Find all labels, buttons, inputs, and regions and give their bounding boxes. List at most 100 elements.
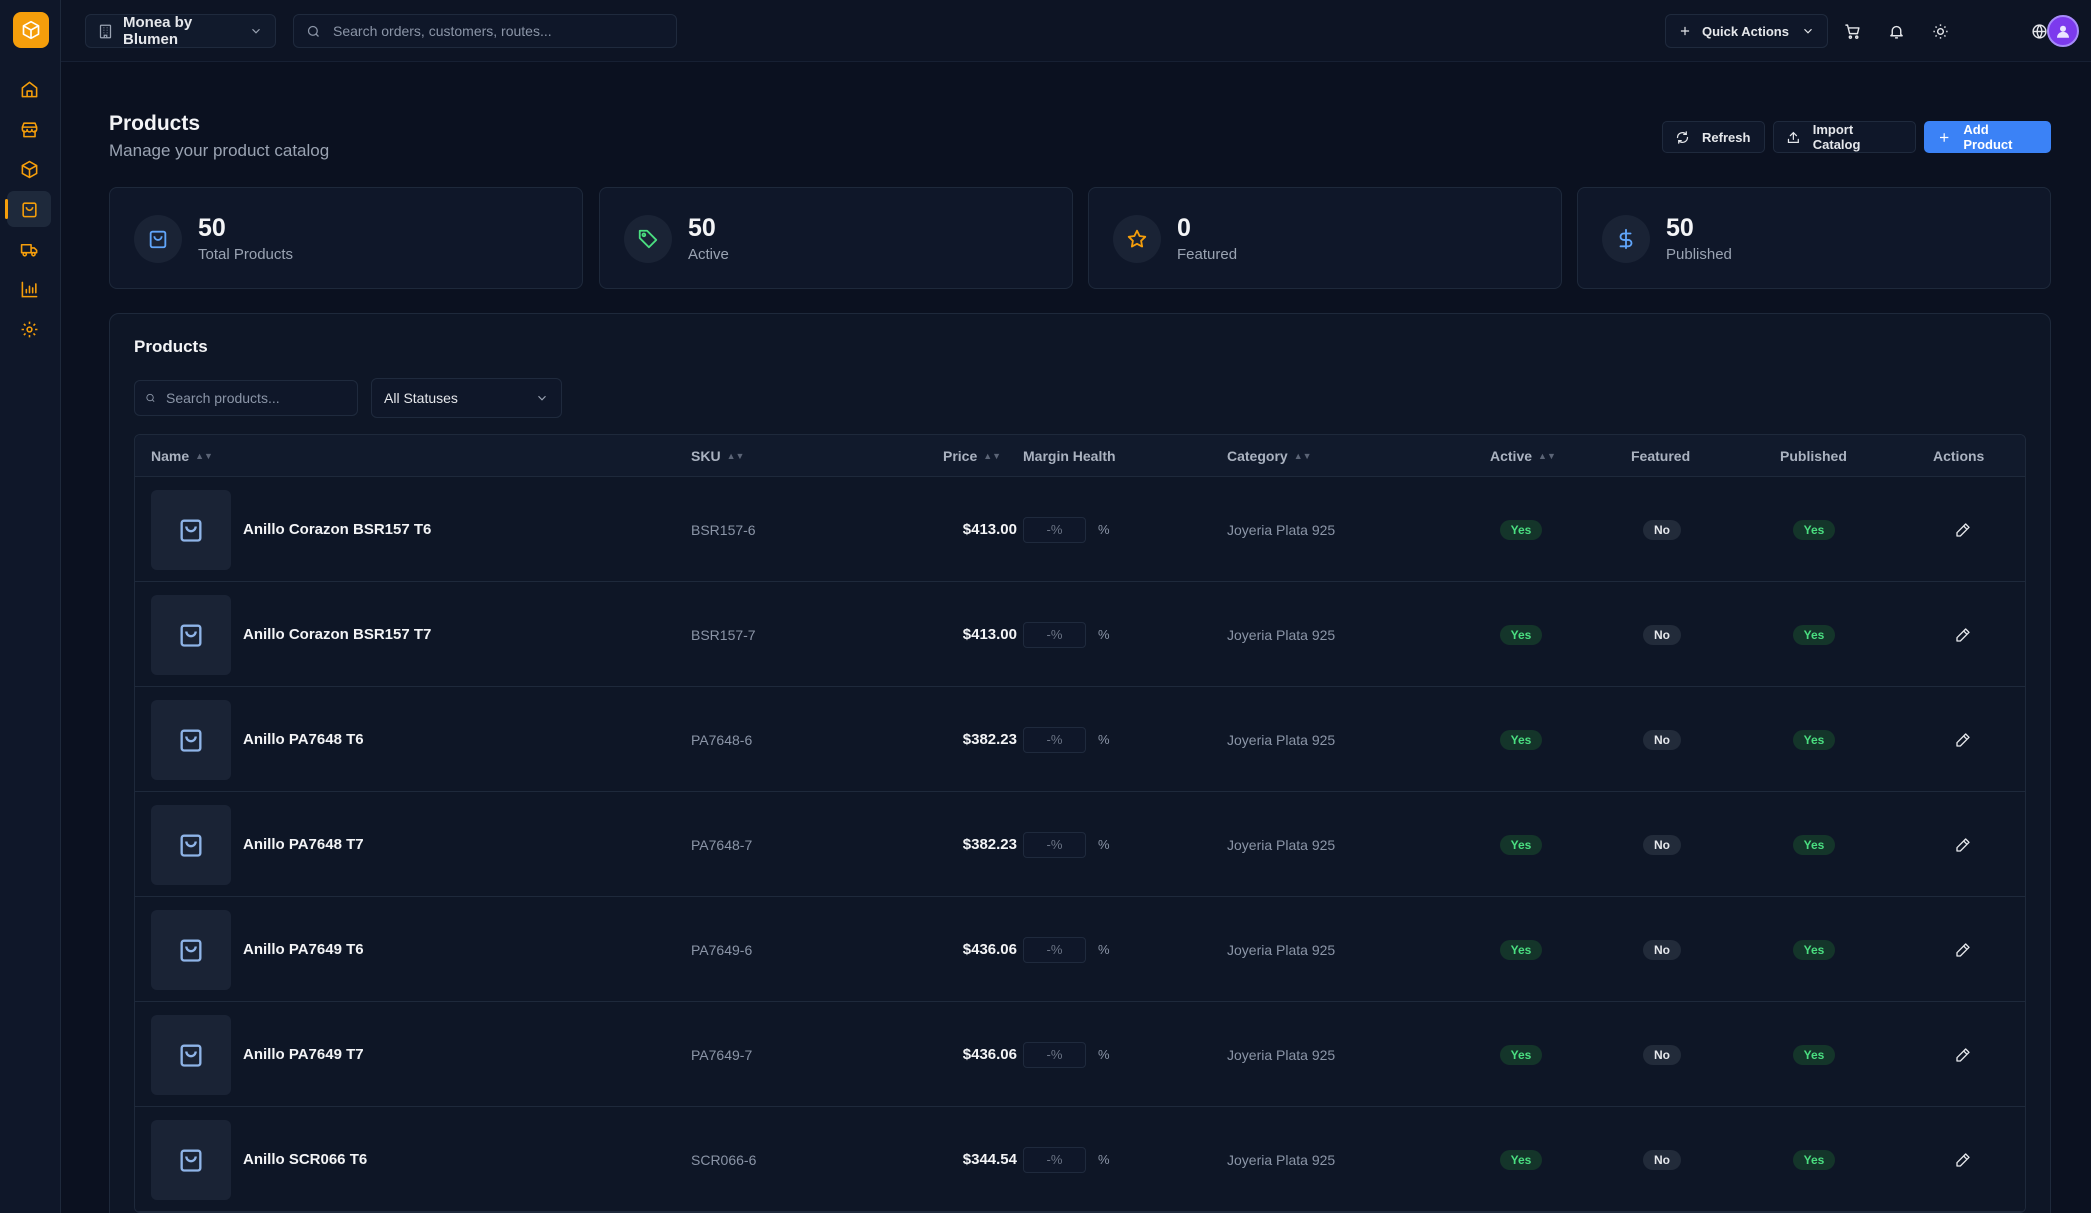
featured-badge: No <box>1643 520 1681 540</box>
products-panel: Products All Statuses Name ▲▼ SKU ▲▼ Pri… <box>109 313 2051 1213</box>
edit-product-button[interactable] <box>1949 726 1977 754</box>
stat-value: 0 <box>1177 214 1191 242</box>
edit-product-button[interactable] <box>1949 1146 1977 1174</box>
stat-card-active: 50 Active <box>599 187 1073 289</box>
table-row[interactable]: Anillo PA7649 T6 PA7649-6 $436.06 -% % J… <box>135 897 2025 1002</box>
published-badge: Yes <box>1793 835 1835 855</box>
stat-value: 50 <box>688 214 716 242</box>
active-badge: Yes <box>1500 520 1542 540</box>
margin-input[interactable]: -% <box>1023 726 1086 753</box>
featured-badge: No <box>1643 625 1681 645</box>
sort-icon: ▲▼ <box>1538 450 1556 461</box>
column-header-label: Category <box>1227 448 1288 464</box>
global-search-input[interactable] <box>333 23 664 39</box>
published-badge: Yes <box>1793 730 1835 750</box>
sort-icon: ▲▼ <box>195 450 213 461</box>
refresh-button[interactable]: Refresh <box>1662 121 1765 153</box>
margin-input[interactable]: -% <box>1023 621 1086 648</box>
table-row[interactable]: Anillo Corazon BSR157 T6 BSR157-6 $413.0… <box>135 477 2025 582</box>
sidebar-item-delivery[interactable] <box>7 231 51 267</box>
edit-product-button[interactable] <box>1949 831 1977 859</box>
column-header-label: Margin Health <box>1023 448 1116 464</box>
sidebar-item-store[interactable] <box>7 111 51 147</box>
globe-icon <box>2032 23 2047 39</box>
stat-icon-wrap <box>134 215 182 263</box>
margin-unit: % <box>1098 732 1110 747</box>
margin-input[interactable]: -% <box>1023 1146 1086 1173</box>
import-catalog-button[interactable]: Import Catalog <box>1773 121 1916 153</box>
stat-card-featured: 0 Featured <box>1088 187 1562 289</box>
product-name: Anillo SCR066 T6 <box>243 1151 368 1168</box>
user-avatar[interactable] <box>2047 15 2079 47</box>
product-category: Joyeria Plata 925 <box>1227 521 1336 538</box>
shopping-bag-icon <box>149 230 167 249</box>
edit-product-button[interactable] <box>1949 1041 1977 1069</box>
product-search-input[interactable] <box>166 390 347 406</box>
margin-unit: % <box>1098 1047 1110 1062</box>
column-header-margin-health: Margin Health <box>1023 435 1116 477</box>
product-price: $344.54 <box>962 1151 1017 1168</box>
chevron-down-icon <box>538 395 546 401</box>
column-header-price[interactable]: Price ▲▼ <box>943 435 1001 477</box>
status-filter-select[interactable]: All Statuses <box>371 378 562 418</box>
plus-icon <box>1680 26 1690 36</box>
column-header-sku[interactable]: SKU ▲▼ <box>691 435 744 477</box>
margin-health: -% % <box>1023 687 1110 792</box>
table-row[interactable]: Anillo PA7648 T6 PA7648-6 $382.23 -% % J… <box>135 687 2025 792</box>
sidebar-item-home[interactable] <box>7 71 51 107</box>
featured-badge: No <box>1643 1045 1681 1065</box>
cart-button[interactable] <box>1837 16 1867 46</box>
table-row[interactable]: Anillo PA7649 T7 PA7649-7 $436.06 -% % J… <box>135 1002 2025 1107</box>
column-header-featured: Featured <box>1631 435 1690 477</box>
product-name: Anillo PA7648 T6 <box>243 731 364 748</box>
sidebar-item-settings[interactable] <box>7 311 51 347</box>
stat-label: Published <box>1666 246 1732 263</box>
product-name: Anillo PA7648 T7 <box>243 836 364 853</box>
stat-label: Total Products <box>198 246 294 263</box>
theme-toggle[interactable] <box>1925 16 1955 46</box>
margin-unit: % <box>1098 627 1110 642</box>
topbar: Monea by Blumen Quick Actions EN <box>61 0 2091 62</box>
edit-product-button[interactable] <box>1949 516 1977 544</box>
stat-label: Featured <box>1177 246 1238 263</box>
column-header-label: Published <box>1780 448 1847 464</box>
margin-input[interactable]: -% <box>1023 516 1086 543</box>
margin-unit: % <box>1098 522 1110 537</box>
app-logo[interactable] <box>13 12 49 48</box>
margin-input[interactable]: -% <box>1023 1041 1086 1068</box>
sidebar-item-analytics[interactable] <box>7 271 51 307</box>
edit-product-button[interactable] <box>1949 621 1977 649</box>
product-category: Joyeria Plata 925 <box>1227 626 1336 643</box>
featured-badge: No <box>1643 730 1681 750</box>
column-header-active[interactable]: Active ▲▼ <box>1490 435 1556 477</box>
column-header-name[interactable]: Name ▲▼ <box>151 435 213 477</box>
product-thumbnail <box>151 490 231 570</box>
notifications-button[interactable] <box>1881 16 1911 46</box>
product-price: $413.00 <box>962 521 1017 538</box>
product-name: Anillo PA7649 T7 <box>243 1046 364 1063</box>
quick-actions-button[interactable]: Quick Actions <box>1665 14 1828 48</box>
product-sku: PA7648-6 <box>691 731 753 748</box>
table-row[interactable]: Anillo SCR066 T6 SCR066-6 $344.54 -% % J… <box>135 1107 2025 1212</box>
edit-product-button[interactable] <box>1949 936 1977 964</box>
margin-input[interactable]: -% <box>1023 831 1086 858</box>
stat-value: 50 <box>198 214 226 242</box>
shopping-bag-icon <box>180 1149 202 1172</box>
margin-input[interactable]: -% <box>1023 936 1086 963</box>
stat-label: Active <box>688 246 729 263</box>
add-product-label: Add Product <box>1963 122 2013 152</box>
organization-switcher[interactable]: Monea by Blumen <box>85 14 276 48</box>
bell-icon <box>1889 25 1903 39</box>
status-filter-value: All Statuses <box>384 390 458 406</box>
active-badge: Yes <box>1500 1150 1542 1170</box>
add-product-button[interactable]: Add Product <box>1924 121 2051 153</box>
pencil-icon <box>1956 838 1970 852</box>
table-row[interactable]: Anillo Corazon BSR157 T7 BSR157-7 $413.0… <box>135 582 2025 687</box>
column-header-category[interactable]: Category ▲▼ <box>1227 435 1312 477</box>
table-row[interactable]: Anillo PA7648 T7 PA7648-7 $382.23 -% % J… <box>135 792 2025 897</box>
sidebar-item-inventory[interactable] <box>7 151 51 187</box>
search-icon <box>146 393 155 402</box>
product-category: Joyeria Plata 925 <box>1227 1046 1336 1063</box>
sidebar-item-products[interactable] <box>5 191 51 227</box>
active-badge: Yes <box>1500 1045 1542 1065</box>
